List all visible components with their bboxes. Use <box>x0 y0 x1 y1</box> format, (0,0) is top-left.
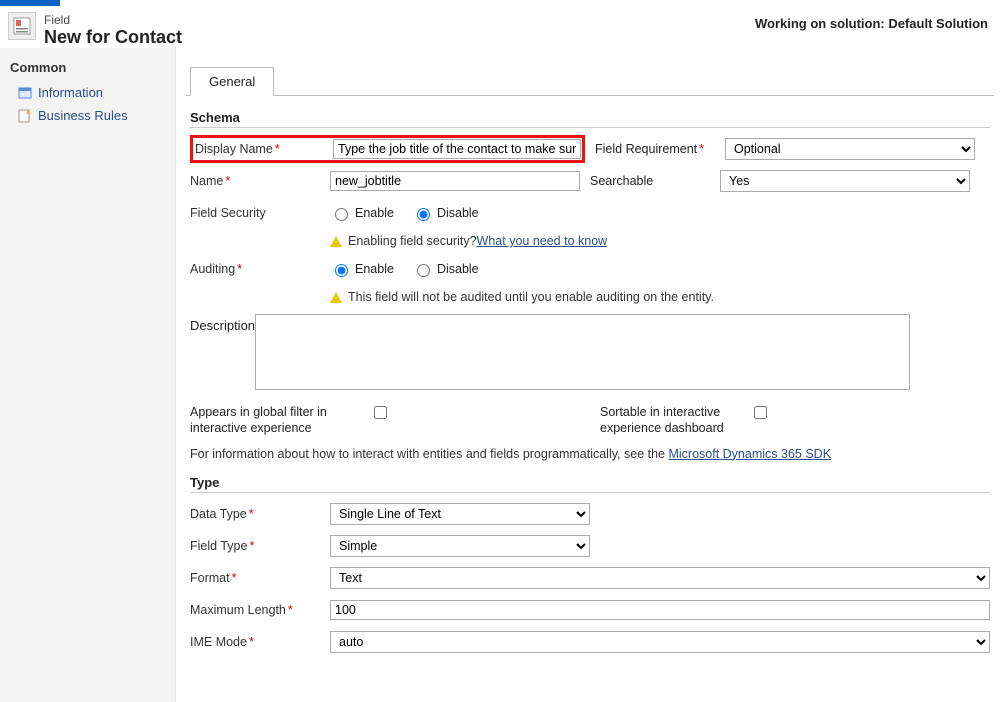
field-requirement-label: Field Requirement* <box>595 142 725 156</box>
auditing-hint-line: This field will not be audited until you… <box>330 290 990 304</box>
field-security-label: Field Security <box>190 206 330 220</box>
field-requirement-select[interactable]: Optional <box>725 138 975 160</box>
display-name-highlight: Display Name* <box>190 135 585 163</box>
global-filter-checkbox[interactable] <box>374 406 387 419</box>
field-security-enable-radio[interactable]: Enable <box>330 205 394 221</box>
tab-general[interactable]: General <box>190 67 274 96</box>
ime-mode-select[interactable]: auto <box>330 631 990 653</box>
sortable-checkbox[interactable] <box>754 406 767 419</box>
type-section-title: Type <box>190 475 990 493</box>
sdk-link[interactable]: Microsoft Dynamics 365 SDK <box>668 447 831 461</box>
description-textarea[interactable] <box>255 314 910 390</box>
field-security-hint: Enabling field security? What you need t… <box>330 234 990 248</box>
format-label: Format* <box>190 571 330 585</box>
sidebar-item-information[interactable]: Information <box>0 81 175 104</box>
sidebar-item-business-rules[interactable]: Business Rules <box>0 104 175 127</box>
description-label: Description <box>190 314 255 333</box>
format-select[interactable]: Text <box>330 567 990 589</box>
page-header: Field New for Contact Working on solutio… <box>0 6 1004 48</box>
auditing-disable-radio[interactable]: Disable <box>412 261 479 277</box>
auditing-label: Auditing* <box>190 262 330 276</box>
max-length-label: Maximum Length* <box>190 603 330 617</box>
field-entity-icon <box>8 12 36 40</box>
display-name-label: Display Name* <box>193 142 333 156</box>
name-label: Name* <box>190 174 330 188</box>
global-filter-label: Appears in global filter in interactive … <box>190 404 370 437</box>
solution-label: Working on solution: Default Solution <box>755 12 992 31</box>
field-type-select[interactable]: Simple <box>330 535 590 557</box>
sidebar-item-label: Business Rules <box>38 108 128 123</box>
data-type-label: Data Type* <box>190 507 330 521</box>
sdk-note: For information about how to interact wi… <box>190 447 990 461</box>
warning-icon <box>330 236 342 247</box>
searchable-label: Searchable <box>590 174 720 188</box>
data-type-select[interactable]: Single Line of Text <box>330 503 590 525</box>
sortable-label: Sortable in interactive experience dashb… <box>600 404 750 437</box>
display-name-input[interactable] <box>333 139 581 159</box>
searchable-select[interactable]: Yes <box>720 170 970 192</box>
name-input[interactable] <box>330 171 580 191</box>
sidebar-header: Common <box>0 54 175 81</box>
tab-strip: General <box>186 66 994 96</box>
max-length-input[interactable] <box>330 600 990 620</box>
sidebar-item-label: Information <box>38 85 103 100</box>
entity-label: Field <box>44 13 70 27</box>
sidebar: Common Information Business Rules <box>0 48 176 702</box>
ime-mode-label: IME Mode* <box>190 635 330 649</box>
auditing-enable-radio[interactable]: Enable <box>330 261 394 277</box>
field-type-label: Field Type* <box>190 539 330 553</box>
business-rules-icon <box>18 109 32 123</box>
field-security-disable-radio[interactable]: Disable <box>412 205 479 221</box>
page-title: New for Contact <box>44 27 182 48</box>
security-hint-link[interactable]: What you need to know <box>477 234 608 248</box>
warning-icon <box>330 292 342 303</box>
schema-section-title: Schema <box>190 110 990 128</box>
information-icon <box>18 86 32 100</box>
